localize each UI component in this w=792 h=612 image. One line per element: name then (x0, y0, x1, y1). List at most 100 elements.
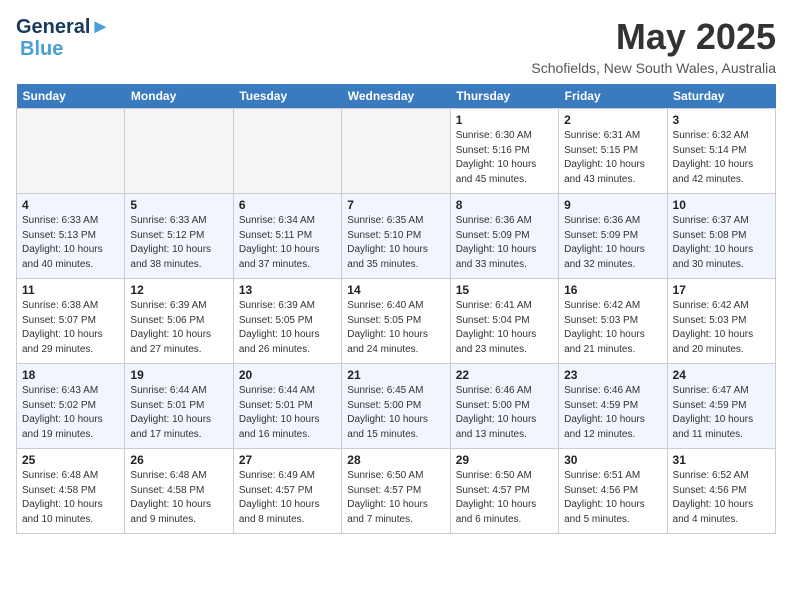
calendar-table: SundayMondayTuesdayWednesdayThursdayFrid… (16, 84, 776, 534)
day-number: 13 (239, 283, 336, 297)
calendar-cell (233, 109, 341, 194)
day-info: Sunrise: 6:50 AM Sunset: 4:57 PM Dayligh… (347, 469, 444, 527)
day-info: Sunrise: 6:32 AM Sunset: 5:14 PM Dayligh… (673, 129, 770, 187)
calendar-cell: 13 Sunrise: 6:39 AM Sunset: 5:05 PM Dayli… (233, 279, 341, 364)
day-info: Sunrise: 6:44 AM Sunset: 5:01 PM Dayligh… (239, 384, 336, 442)
day-number: 2 (564, 113, 661, 127)
calendar-cell: 9 Sunrise: 6:36 AM Sunset: 5:09 PM Daylig… (559, 194, 667, 279)
day-info: Sunrise: 6:47 AM Sunset: 4:59 PM Dayligh… (673, 384, 770, 442)
calendar-cell: 12Sunrise: 6:39 AM Sunset: 5:06 PM Dayli… (125, 279, 233, 364)
calendar-cell: 7Sunrise: 6:35 AM Sunset: 5:10 PM Daylig… (342, 194, 450, 279)
calendar-cell: 2 Sunrise: 6:31 AM Sunset: 5:15 PM Daylig… (559, 109, 667, 194)
day-number: 20 (239, 368, 336, 382)
calendar-cell: 5 Sunrise: 6:33 AM Sunset: 5:12 PM Daylig… (125, 194, 233, 279)
day-number: 26 (130, 453, 227, 467)
day-info: Sunrise: 6:48 AM Sunset: 4:58 PM Dayligh… (130, 469, 227, 527)
day-number: 24 (673, 368, 770, 382)
calendar-cell: 30 Sunrise: 6:51 AM Sunset: 4:56 PM Dayli… (559, 449, 667, 534)
calendar-cell: 28 Sunrise: 6:50 AM Sunset: 4:57 PM Dayli… (342, 449, 450, 534)
weekday-header-saturday: Saturday (667, 84, 775, 109)
weekday-header-monday: Monday (125, 84, 233, 109)
calendar-cell: 1 Sunrise: 6:30 AM Sunset: 5:16 PM Daylig… (450, 109, 558, 194)
day-number: 9 (564, 198, 661, 212)
day-number: 12 (130, 283, 227, 297)
calendar-cell (17, 109, 125, 194)
weekday-header-row: SundayMondayTuesdayWednesdayThursdayFrid… (17, 84, 776, 109)
calendar-cell: 21Sunrise: 6:45 AM Sunset: 5:00 PM Dayli… (342, 364, 450, 449)
day-number: 31 (673, 453, 770, 467)
calendar-cell: 11Sunrise: 6:38 AM Sunset: 5:07 PM Dayli… (17, 279, 125, 364)
day-info: Sunrise: 6:46 AM Sunset: 5:00 PM Dayligh… (456, 384, 553, 442)
day-info: Sunrise: 6:42 AM Sunset: 5:03 PM Dayligh… (564, 299, 661, 357)
month-title: May 2025 (531, 16, 776, 58)
day-number: 15 (456, 283, 553, 297)
calendar-cell: 10 Sunrise: 6:37 AM Sunset: 5:08 PM Dayli… (667, 194, 775, 279)
day-info: Sunrise: 6:42 AM Sunset: 5:03 PM Dayligh… (673, 299, 770, 357)
weekday-header-wednesday: Wednesday (342, 84, 450, 109)
calendar-cell: 17 Sunrise: 6:42 AM Sunset: 5:03 PM Dayli… (667, 279, 775, 364)
day-info: Sunrise: 6:39 AM Sunset: 5:05 PM Dayligh… (239, 299, 336, 357)
weekday-header-tuesday: Tuesday (233, 84, 341, 109)
day-info: Sunrise: 6:37 AM Sunset: 5:08 PM Dayligh… (673, 214, 770, 272)
day-info: Sunrise: 6:36 AM Sunset: 5:09 PM Dayligh… (456, 214, 553, 272)
day-info: Sunrise: 6:34 AM Sunset: 5:11 PM Dayligh… (239, 214, 336, 272)
day-number: 23 (564, 368, 661, 382)
day-number: 16 (564, 283, 661, 297)
day-number: 6 (239, 198, 336, 212)
weekday-header-friday: Friday (559, 84, 667, 109)
title-block: May 2025 Schofields, New South Wales, Au… (531, 16, 776, 76)
day-number: 1 (456, 113, 553, 127)
calendar-cell: 22 Sunrise: 6:46 AM Sunset: 5:00 PM Dayli… (450, 364, 558, 449)
calendar-cell: 14 Sunrise: 6:40 AM Sunset: 5:05 PM Dayli… (342, 279, 450, 364)
day-info: Sunrise: 6:46 AM Sunset: 4:59 PM Dayligh… (564, 384, 661, 442)
calendar-cell (342, 109, 450, 194)
day-info: Sunrise: 6:52 AM Sunset: 4:56 PM Dayligh… (673, 469, 770, 527)
day-number: 10 (673, 198, 770, 212)
calendar-cell: 23 Sunrise: 6:46 AM Sunset: 4:59 PM Dayli… (559, 364, 667, 449)
weekday-header-thursday: Thursday (450, 84, 558, 109)
calendar-cell: 4Sunrise: 6:33 AM Sunset: 5:13 PM Daylig… (17, 194, 125, 279)
week-row-5: 25Sunrise: 6:48 AM Sunset: 4:58 PM Dayli… (17, 449, 776, 534)
day-number: 22 (456, 368, 553, 382)
day-info: Sunrise: 6:40 AM Sunset: 5:05 PM Dayligh… (347, 299, 444, 357)
day-number: 8 (456, 198, 553, 212)
day-number: 27 (239, 453, 336, 467)
day-number: 29 (456, 453, 553, 467)
calendar-cell: 3 Sunrise: 6:32 AM Sunset: 5:14 PM Daylig… (667, 109, 775, 194)
day-number: 19 (130, 368, 227, 382)
calendar-cell: 6 Sunrise: 6:34 AM Sunset: 5:11 PM Daylig… (233, 194, 341, 279)
day-number: 3 (673, 113, 770, 127)
day-number: 28 (347, 453, 444, 467)
calendar-cell: 18Sunrise: 6:43 AM Sunset: 5:02 PM Dayli… (17, 364, 125, 449)
day-number: 30 (564, 453, 661, 467)
day-info: Sunrise: 6:36 AM Sunset: 5:09 PM Dayligh… (564, 214, 661, 272)
day-number: 14 (347, 283, 444, 297)
calendar-cell (125, 109, 233, 194)
calendar-cell: 20 Sunrise: 6:44 AM Sunset: 5:01 PM Dayli… (233, 364, 341, 449)
week-row-1: 1 Sunrise: 6:30 AM Sunset: 5:16 PM Daylig… (17, 109, 776, 194)
day-info: Sunrise: 6:49 AM Sunset: 4:57 PM Dayligh… (239, 469, 336, 527)
calendar-cell: 15Sunrise: 6:41 AM Sunset: 5:04 PM Dayli… (450, 279, 558, 364)
day-info: Sunrise: 6:35 AM Sunset: 5:10 PM Dayligh… (347, 214, 444, 272)
day-info: Sunrise: 6:45 AM Sunset: 5:00 PM Dayligh… (347, 384, 444, 442)
day-info: Sunrise: 6:33 AM Sunset: 5:12 PM Dayligh… (130, 214, 227, 272)
day-info: Sunrise: 6:30 AM Sunset: 5:16 PM Dayligh… (456, 129, 553, 187)
week-row-4: 18Sunrise: 6:43 AM Sunset: 5:02 PM Dayli… (17, 364, 776, 449)
day-number: 17 (673, 283, 770, 297)
day-info: Sunrise: 6:31 AM Sunset: 5:15 PM Dayligh… (564, 129, 661, 187)
day-number: 5 (130, 198, 227, 212)
page-header: General► Blue May 2025 Schofields, New S… (16, 16, 776, 76)
calendar-cell: 8 Sunrise: 6:36 AM Sunset: 5:09 PM Daylig… (450, 194, 558, 279)
calendar-cell: 25Sunrise: 6:48 AM Sunset: 4:58 PM Dayli… (17, 449, 125, 534)
calendar-cell: 27 Sunrise: 6:49 AM Sunset: 4:57 PM Dayli… (233, 449, 341, 534)
day-info: Sunrise: 6:51 AM Sunset: 4:56 PM Dayligh… (564, 469, 661, 527)
day-info: Sunrise: 6:48 AM Sunset: 4:58 PM Dayligh… (22, 469, 119, 527)
day-info: Sunrise: 6:44 AM Sunset: 5:01 PM Dayligh… (130, 384, 227, 442)
week-row-3: 11Sunrise: 6:38 AM Sunset: 5:07 PM Dayli… (17, 279, 776, 364)
calendar-cell: 16 Sunrise: 6:42 AM Sunset: 5:03 PM Dayli… (559, 279, 667, 364)
location: Schofields, New South Wales, Australia (531, 60, 776, 76)
calendar-cell: 24 Sunrise: 6:47 AM Sunset: 4:59 PM Dayli… (667, 364, 775, 449)
calendar-cell: 31 Sunrise: 6:52 AM Sunset: 4:56 PM Dayli… (667, 449, 775, 534)
day-info: Sunrise: 6:33 AM Sunset: 5:13 PM Dayligh… (22, 214, 119, 272)
day-info: Sunrise: 6:38 AM Sunset: 5:07 PM Dayligh… (22, 299, 119, 357)
